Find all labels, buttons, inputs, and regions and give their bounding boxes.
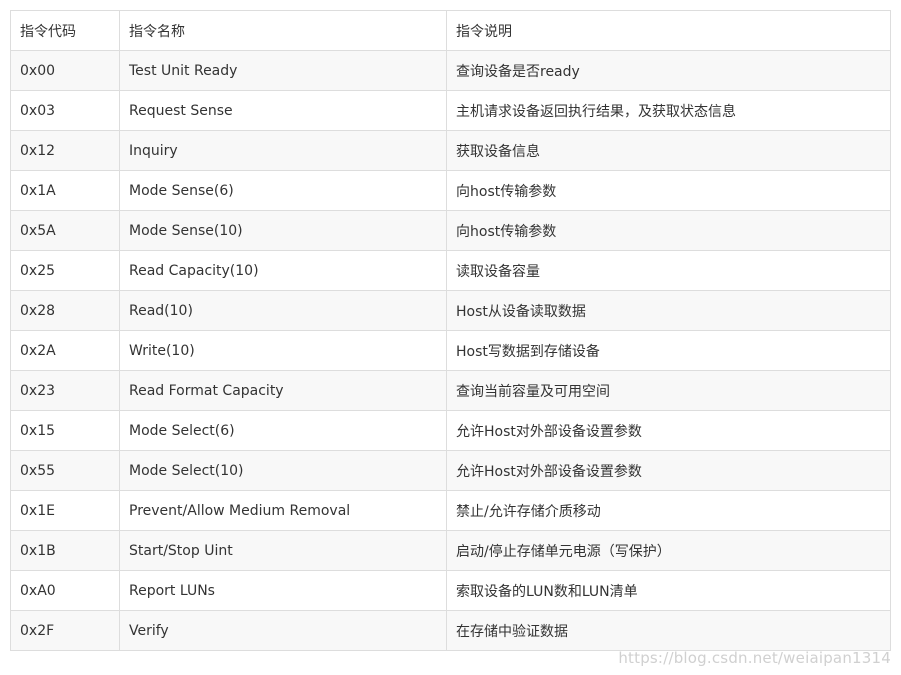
cell-code: 0x1A <box>10 170 120 211</box>
cell-name: Test Unit Ready <box>119 50 447 91</box>
cell-code: 0x03 <box>10 90 120 131</box>
cell-code: 0x00 <box>10 50 120 91</box>
table-row: 0x25 Read Capacity(10) 读取设备容量 <box>10 250 891 291</box>
cell-description: 允许Host对外部设备设置参数 <box>446 450 891 491</box>
cell-description: 查询当前容量及可用空间 <box>446 370 891 411</box>
cell-description: 索取设备的LUN数和LUN清单 <box>446 570 891 611</box>
table-row: 0x15 Mode Select(6) 允许Host对外部设备设置参数 <box>10 410 891 451</box>
cell-code: 0x2F <box>10 610 120 651</box>
cell-code: 0x1B <box>10 530 120 571</box>
table-row: 0x00 Test Unit Ready 查询设备是否ready <box>10 50 891 91</box>
table-row: 0x55 Mode Select(10) 允许Host对外部设备设置参数 <box>10 450 891 491</box>
cell-code: 0x55 <box>10 450 120 491</box>
cell-code: 0x15 <box>10 410 120 451</box>
table-row: 0x2A Write(10) Host写数据到存储设备 <box>10 330 891 371</box>
cell-description: 启动/停止存储单元电源（写保护） <box>446 530 891 571</box>
table-row: 0x28 Read(10) Host从设备读取数据 <box>10 290 891 331</box>
cell-code: 0x5A <box>10 210 120 251</box>
watermark-text: https://blog.csdn.net/weiaipan1314 <box>618 649 891 667</box>
table-header: 指令代码 指令名称 指令说明 <box>10 10 891 51</box>
cell-description: 主机请求设备返回执行结果，及获取状态信息 <box>446 90 891 131</box>
cell-description: 读取设备容量 <box>446 250 891 291</box>
header-code: 指令代码 <box>10 10 120 51</box>
cell-code: 0x28 <box>10 290 120 331</box>
cell-name: Request Sense <box>119 90 447 131</box>
table-row: 0x5A Mode Sense(10) 向host传输参数 <box>10 210 891 251</box>
cell-description: 允许Host对外部设备设置参数 <box>446 410 891 451</box>
cell-name: Inquiry <box>119 130 447 171</box>
cell-code: 0x2A <box>10 330 120 371</box>
table-row: 0x1A Mode Sense(6) 向host传输参数 <box>10 170 891 211</box>
cell-description: 在存储中验证数据 <box>446 610 891 651</box>
cell-code: 0x25 <box>10 250 120 291</box>
table-row: 0xA0 Report LUNs 索取设备的LUN数和LUN清单 <box>10 570 891 611</box>
cell-description: 查询设备是否ready <box>446 50 891 91</box>
header-name: 指令名称 <box>119 10 447 51</box>
command-table: 指令代码 指令名称 指令说明 0x00 Test Unit Ready 查询设备… <box>10 10 891 651</box>
header-description: 指令说明 <box>446 10 891 51</box>
table-row: 0x1E Prevent/Allow Medium Removal 禁止/允许存… <box>10 490 891 531</box>
cell-code: 0x1E <box>10 490 120 531</box>
cell-code: 0xA0 <box>10 570 120 611</box>
table-row: 0x2F Verify 在存储中验证数据 <box>10 610 891 651</box>
cell-name: Read(10) <box>119 290 447 331</box>
cell-name: Write(10) <box>119 330 447 371</box>
cell-name: Start/Stop Uint <box>119 530 447 571</box>
cell-name: Mode Select(10) <box>119 450 447 491</box>
table-row: 0x12 Inquiry 获取设备信息 <box>10 130 891 171</box>
cell-description: 获取设备信息 <box>446 130 891 171</box>
header-row: 指令代码 指令名称 指令说明 <box>10 10 891 51</box>
table-row: 0x03 Request Sense 主机请求设备返回执行结果，及获取状态信息 <box>10 90 891 131</box>
cell-name: Mode Sense(6) <box>119 170 447 211</box>
cell-name: Read Format Capacity <box>119 370 447 411</box>
cell-name: Report LUNs <box>119 570 447 611</box>
cell-name: Mode Sense(10) <box>119 210 447 251</box>
table-row: 0x1B Start/Stop Uint 启动/停止存储单元电源（写保护） <box>10 530 891 571</box>
cell-name: Mode Select(6) <box>119 410 447 451</box>
cell-name: Prevent/Allow Medium Removal <box>119 490 447 531</box>
table-body: 0x00 Test Unit Ready 查询设备是否ready 0x03 Re… <box>10 50 891 651</box>
cell-description: 向host传输参数 <box>446 170 891 211</box>
cell-description: Host从设备读取数据 <box>446 290 891 331</box>
cell-code: 0x23 <box>10 370 120 411</box>
cell-description: 禁止/允许存储介质移动 <box>446 490 891 531</box>
cell-name: Verify <box>119 610 447 651</box>
cell-code: 0x12 <box>10 130 120 171</box>
cell-name: Read Capacity(10) <box>119 250 447 291</box>
cell-description: Host写数据到存储设备 <box>446 330 891 371</box>
cell-description: 向host传输参数 <box>446 210 891 251</box>
table-row: 0x23 Read Format Capacity 查询当前容量及可用空间 <box>10 370 891 411</box>
